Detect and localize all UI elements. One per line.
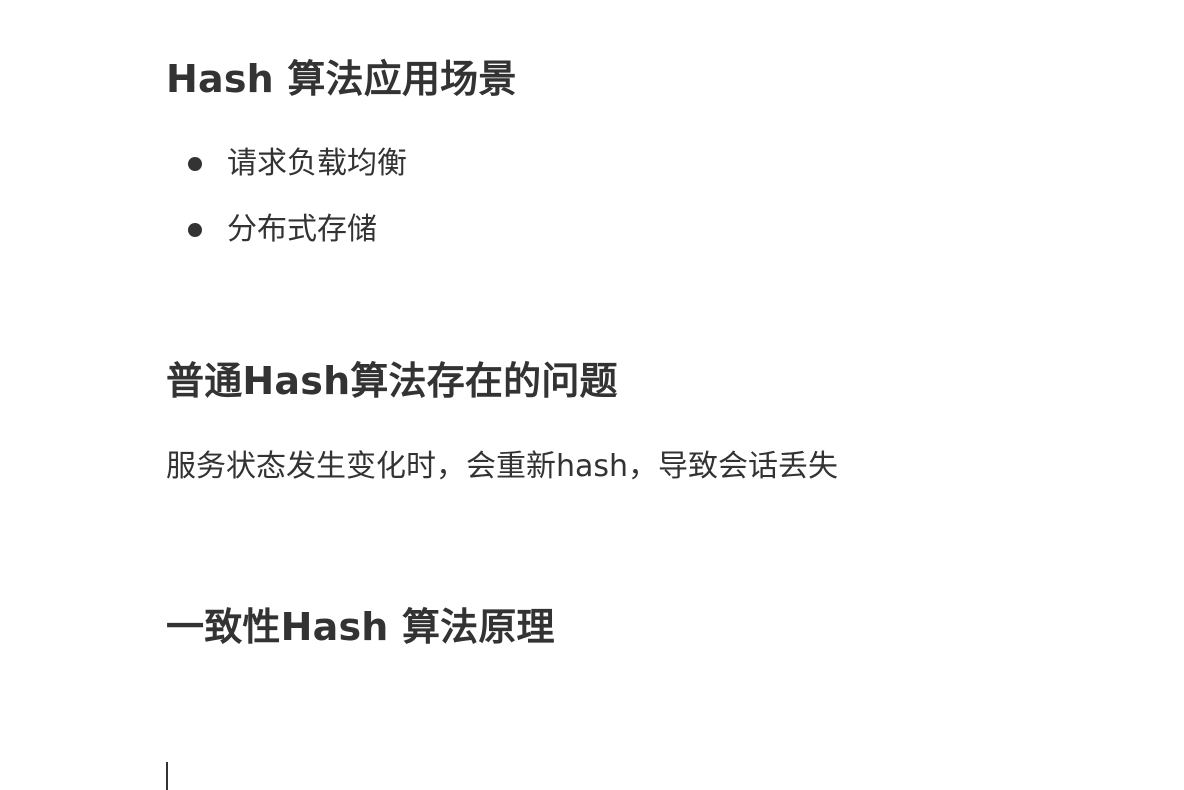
heading-hash-use-cases: Hash 算法应用场景 [166, 57, 517, 101]
heading-hash-problems: 普通Hash算法存在的问题 [166, 359, 618, 403]
list-item-text: 请求负载均衡 [227, 146, 407, 181]
heading-consistent-hash-principle: 一致性Hash 算法原理 [166, 605, 555, 649]
list-item-text: 分布式存储 [227, 212, 377, 247]
bullet-icon [188, 223, 202, 237]
bullet-icon [188, 157, 202, 171]
text-cursor[interactable] [166, 762, 168, 790]
problem-paragraph: 服务状态发生变化时，会重新hash，导致会话丢失 [166, 449, 839, 484]
